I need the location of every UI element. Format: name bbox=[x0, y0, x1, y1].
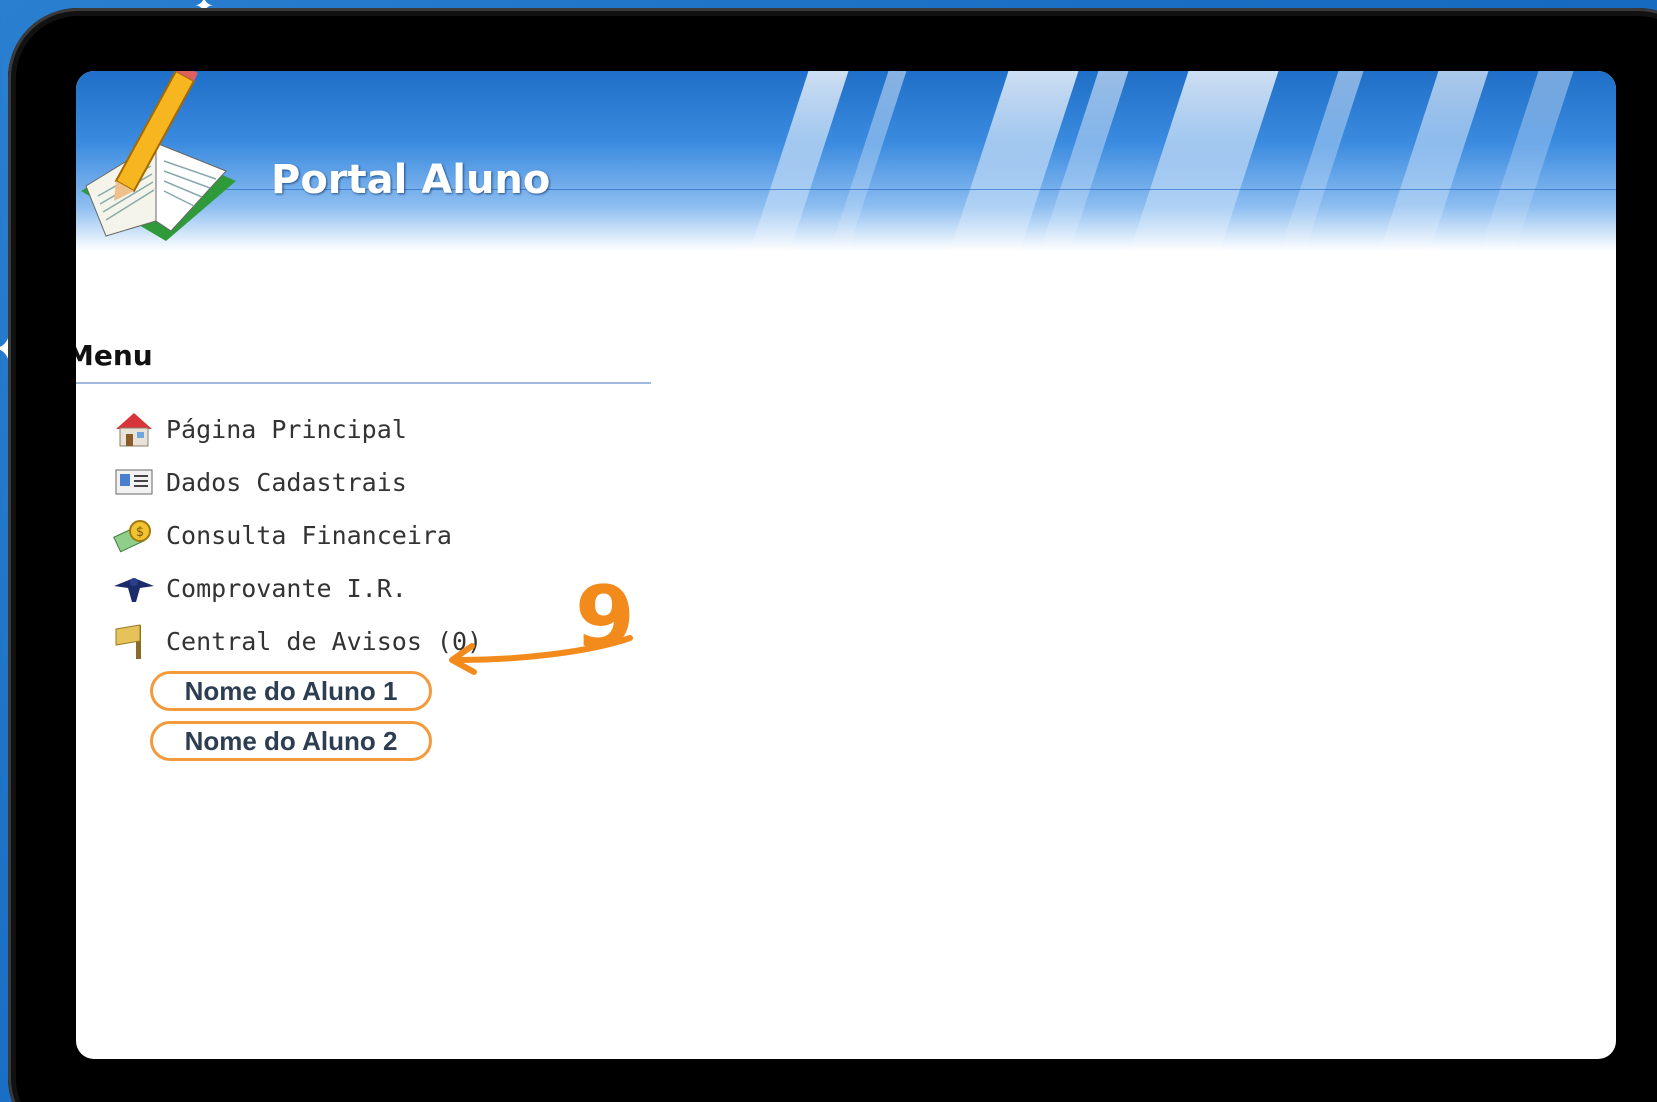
portal-screen: Portal Aluno Menu Página Principal Dados… bbox=[76, 71, 1616, 1059]
tax-eagle-icon bbox=[114, 578, 154, 602]
menu-item-label: Página Principal bbox=[166, 414, 407, 444]
menu-item-label: Comprovante I.R. bbox=[166, 573, 407, 603]
menu-item-comprovante-ir[interactable]: Comprovante I.R. bbox=[112, 568, 407, 608]
menu-item-consulta-financeira[interactable]: $ Consulta Financeira bbox=[112, 515, 452, 555]
book-pencil-logo-icon bbox=[81, 71, 236, 241]
student-name-2-button[interactable]: Nome do Aluno 2 bbox=[150, 721, 432, 761]
menu-item-dados-cadastrais[interactable]: Dados Cadastrais bbox=[112, 462, 407, 502]
house-icon bbox=[116, 413, 152, 447]
tablet-frame: Portal Aluno Menu Página Principal Dados… bbox=[8, 8, 1657, 1102]
menu-item-label: Consulta Financeira bbox=[166, 520, 452, 550]
portal-title: Portal Aluno bbox=[271, 157, 551, 203]
menu-heading: Menu bbox=[76, 339, 153, 372]
id-card-icon bbox=[115, 469, 153, 495]
menu-item-pagina-principal[interactable]: Página Principal bbox=[112, 409, 407, 449]
portal-header: Portal Aluno bbox=[76, 71, 1616, 251]
money-icon: $ bbox=[113, 520, 151, 553]
flag-icon bbox=[115, 624, 141, 659]
menu-item-label: Dados Cadastrais bbox=[166, 467, 407, 497]
annotation-step-number: 9 bbox=[575, 568, 635, 668]
menu-divider bbox=[76, 382, 651, 384]
svg-text:$: $ bbox=[136, 525, 144, 540]
